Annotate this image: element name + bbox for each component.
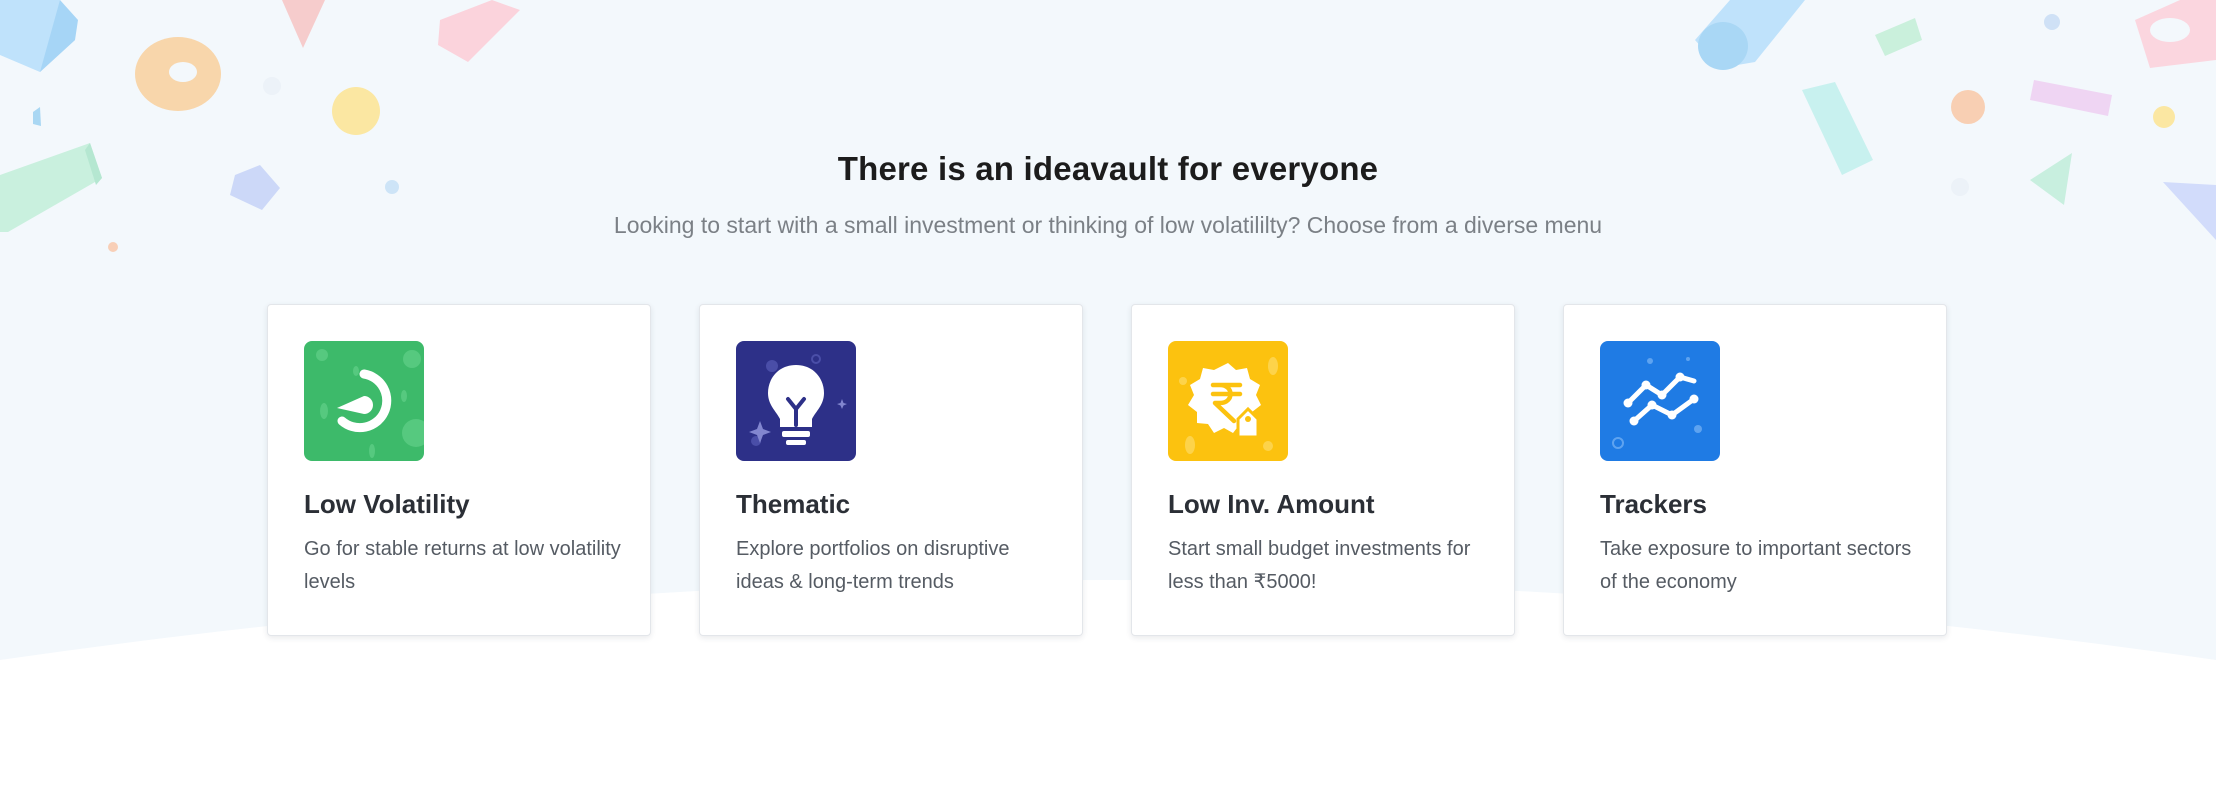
lightbulb-icon (736, 341, 856, 461)
section-heading: There is an ideavault for everyone (837, 150, 1379, 187)
card-trackers[interactable]: Trackers Take exposure to important sect… (1563, 304, 1947, 636)
card-title: Low Volatility (304, 489, 470, 519)
trend-lines-icon (1600, 341, 1720, 461)
card-low-volatility[interactable]: Low Volatility Go for stable returns at … (267, 304, 651, 636)
section-subheading: Looking to start with a small investment… (613, 212, 1603, 238)
card-description: Go for stable returns at low volatility … (304, 538, 621, 593)
card-description: Start small budget investments for less … (1168, 538, 1471, 593)
rupee-badge-icon (1168, 341, 1288, 461)
card-description: Explore portfolios on disruptive ideas &… (736, 538, 1010, 593)
card-title: Thematic (736, 489, 851, 519)
card-description: Take exposure to important sectors of th… (1600, 538, 1912, 593)
card-title: Low Inv. Amount (1168, 489, 1375, 519)
speedometer-icon (304, 341, 424, 461)
card-low-inv-amount[interactable]: Low Inv. Amount Start small budget inves… (1131, 304, 1515, 636)
card-title: Trackers (1600, 489, 1707, 519)
card-thematic[interactable]: Thematic Explore portfolios on disruptiv… (699, 304, 1083, 636)
category-cards: Low Volatility Go for stable returns at … (267, 304, 1949, 636)
ideavault-section: There is an ideavault for everyone Looki… (0, 0, 2216, 785)
